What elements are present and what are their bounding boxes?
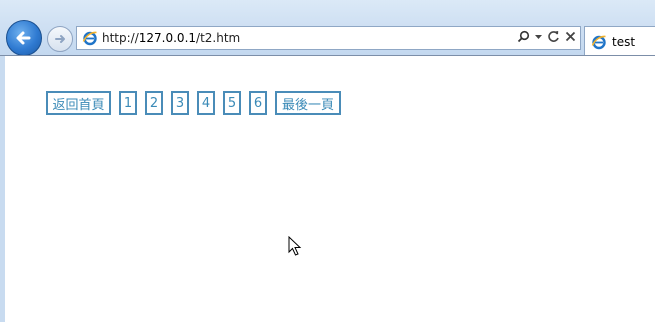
- browser-chrome: http://127.0.0.1/t2.htm test: [0, 0, 655, 56]
- search-icon[interactable]: [517, 30, 530, 43]
- refresh-icon[interactable]: [547, 30, 560, 43]
- last-page-link[interactable]: 最後一頁: [275, 91, 341, 115]
- stop-icon[interactable]: [565, 31, 576, 42]
- back-arrow-icon: [16, 31, 31, 45]
- page-link-3[interactable]: 3: [171, 91, 189, 115]
- pagination: 返回首頁 1 2 3 4 5 6 最後一頁: [46, 91, 341, 115]
- back-button[interactable]: [6, 20, 42, 56]
- browser-tab[interactable]: test: [584, 26, 655, 56]
- tab-title: test: [612, 34, 636, 49]
- page-link-1[interactable]: 1: [119, 91, 137, 115]
- first-page-link[interactable]: 返回首頁: [46, 91, 111, 115]
- page-link-4[interactable]: 4: [197, 91, 215, 115]
- dropdown-arrow-icon[interactable]: [535, 34, 542, 40]
- ie-page-icon: [82, 31, 97, 46]
- address-bar[interactable]: http://127.0.0.1/t2.htm: [76, 26, 581, 50]
- url-text: http://127.0.0.1/t2.htm: [102, 31, 241, 45]
- mouse-cursor-icon: [288, 236, 302, 256]
- page-link-6[interactable]: 6: [249, 91, 267, 115]
- tab-ie-icon: [591, 35, 606, 49]
- forward-arrow-icon: [55, 35, 65, 43]
- page-link-2[interactable]: 2: [145, 91, 163, 115]
- page-link-5[interactable]: 5: [223, 91, 241, 115]
- forward-button[interactable]: [47, 26, 73, 52]
